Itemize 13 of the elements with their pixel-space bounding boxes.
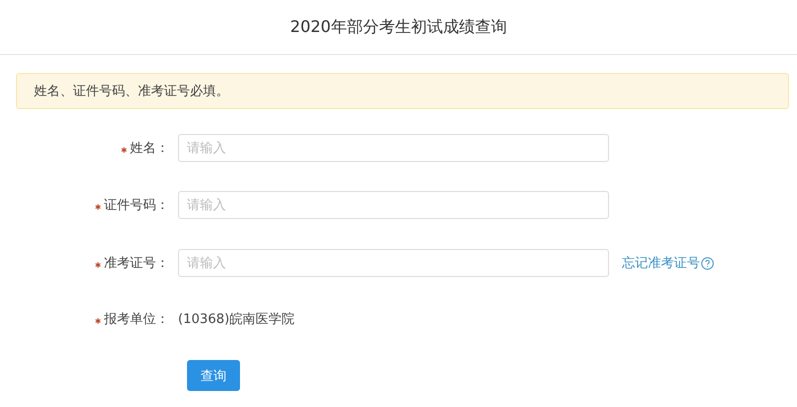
help-icon[interactable] [701,256,714,270]
page-title: 2020年部分考生初试成绩查询 [290,16,507,38]
notice-text: 姓名、证件号码、准考证号必填。 [34,83,229,100]
field-label: 证件号码： [104,197,169,214]
field-value: (10368)皖南医学院 [178,311,294,328]
input-field[interactable]: 请输入 [178,191,609,219]
query-button[interactable]: 查询 [187,360,240,391]
input-field[interactable]: 请输入 [178,249,609,277]
input-field[interactable]: 请输入 [178,134,609,162]
forgot-link[interactable]: 忘记准考证号 [622,254,700,272]
field-label: 准考证号： [104,255,169,272]
field-label: 报考单位： [104,311,169,328]
field-label: 姓名： [130,140,169,157]
